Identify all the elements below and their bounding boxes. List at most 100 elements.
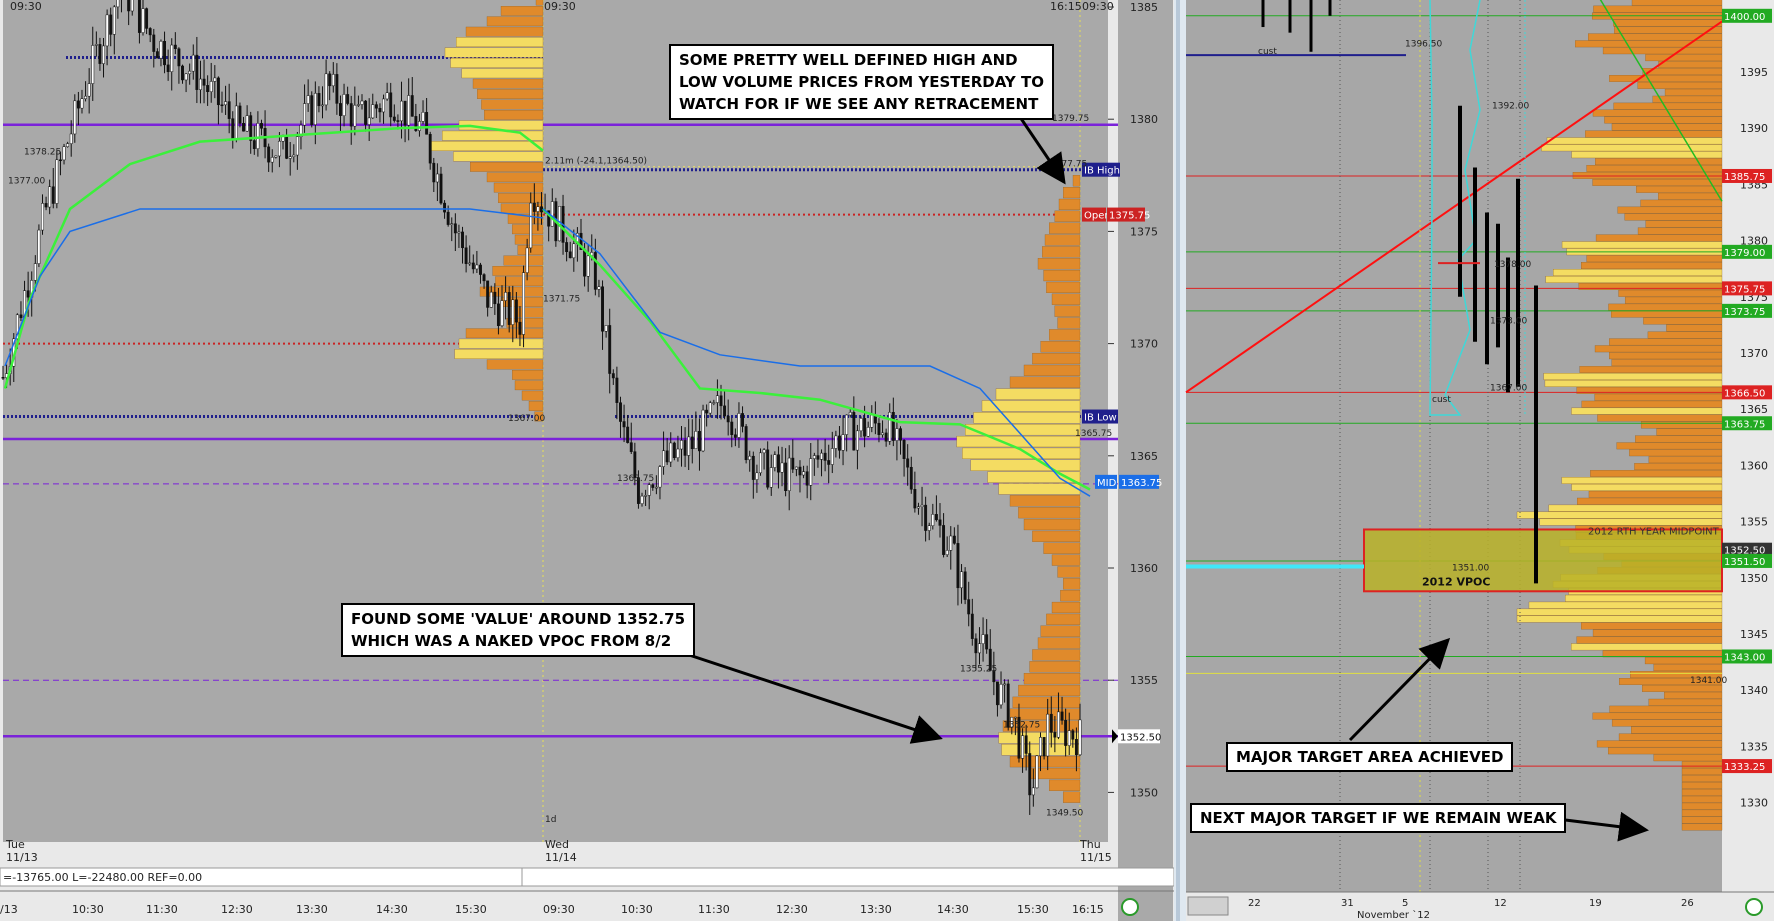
monthly-profile-bar [1613, 19, 1723, 27]
candle-body [931, 514, 935, 526]
candle-body [44, 203, 48, 208]
candle-body [751, 455, 755, 480]
monthly-profile-bar [1624, 213, 1723, 221]
profile-wed-bar [1046, 281, 1081, 294]
candle-body [1060, 711, 1064, 721]
candle-body [224, 101, 228, 106]
monthly-profile-bar [1617, 206, 1723, 214]
right-price-label: 1350 [1740, 572, 1768, 585]
monthly-profile-bar [1577, 497, 1723, 505]
monthly-profile-bar [1643, 317, 1723, 325]
candle-body [479, 264, 482, 275]
candle-body [866, 427, 870, 437]
tag-ib-low: IB Low [1084, 413, 1117, 424]
profile-wed-bar [1043, 269, 1081, 282]
monthly-profile-bar [1664, 88, 1723, 96]
candle-body [292, 154, 296, 157]
candle-body [439, 173, 443, 204]
candle-body [152, 34, 156, 52]
candle-body [644, 495, 648, 497]
profile-wed-bar [1054, 210, 1081, 222]
candle-body [281, 136, 285, 142]
candle-body [848, 412, 852, 416]
candle-body [611, 373, 615, 379]
candle-body [942, 525, 946, 555]
level-label: 1378.25 [24, 147, 61, 157]
left-price-label: 1355 [1130, 674, 1158, 687]
monthly-profile-bar [1546, 137, 1723, 145]
candle-body [159, 41, 163, 59]
candle-body [220, 104, 224, 107]
candle-body [407, 95, 411, 126]
candle-body [870, 414, 874, 428]
candle-body [342, 94, 346, 116]
profile-wed-bar [1009, 756, 1081, 768]
monthly-profile-bar [1613, 102, 1723, 110]
candle-body [285, 136, 289, 159]
candle-body [37, 229, 41, 264]
right-small-label: 1378.00 [1494, 260, 1531, 270]
monthly-profile-bar [1642, 684, 1723, 692]
monthly-profile-bar [1604, 116, 1723, 124]
profile-tue-bar [453, 151, 544, 162]
time-axis-label: 10:30 [621, 903, 653, 916]
candle-body [680, 440, 683, 450]
candle-body [830, 448, 834, 465]
candle-body [417, 121, 421, 131]
candle-body [364, 100, 368, 125]
profile-wed-bar [1023, 518, 1081, 531]
candle-body [683, 440, 687, 456]
candle-body [690, 436, 694, 450]
monthly-profile-bar [1585, 130, 1723, 138]
candle-body [945, 550, 949, 555]
candle-body [737, 413, 741, 438]
candle-body [978, 643, 981, 654]
candle-body [130, 0, 134, 12]
candle-body [234, 105, 238, 140]
candle-body [148, 28, 152, 36]
monthly-profile-bar [1544, 380, 1723, 387]
candle-body [834, 435, 838, 449]
monthly-profile-bar [1592, 179, 1723, 186]
profile-wed-bar [1049, 222, 1081, 234]
candle-body [62, 146, 66, 161]
candle-body [615, 377, 619, 403]
candle-body [583, 249, 587, 277]
profile-tue-bar [450, 58, 544, 68]
monthly-profile-bar [1588, 490, 1723, 498]
candle-body [662, 450, 666, 467]
profile-tue-bar [514, 380, 544, 391]
candle-body [446, 211, 450, 225]
candle-body [906, 458, 910, 468]
candle-body [19, 314, 23, 319]
candle-body [755, 472, 759, 480]
candle-body [622, 421, 626, 428]
monthly-profile-bar [1640, 199, 1723, 207]
left-plot-area [3, 0, 1108, 842]
candle-body [84, 95, 88, 100]
candle-body [328, 73, 332, 87]
monthly-profile-bar [1681, 782, 1723, 789]
monthly-profile-bar [1565, 594, 1723, 602]
monthly-profile-bar [1634, 463, 1723, 471]
profile-tue-bar [500, 297, 544, 307]
candle-body [1021, 735, 1025, 759]
candle-body [33, 263, 37, 281]
profile-wed-bar [1049, 329, 1081, 341]
date-axis-label: 19 [1589, 898, 1602, 909]
profile-tue-bar [470, 162, 544, 172]
candle-body [1035, 755, 1039, 789]
profile-tue-bar [461, 68, 544, 79]
candle-body [629, 442, 633, 452]
candle-body [640, 495, 644, 504]
time-top-label: 09:30 [10, 0, 42, 13]
profile-wed-bar [1044, 234, 1081, 246]
profile-wed-bar [1012, 696, 1081, 708]
candle-body [708, 402, 712, 414]
candle-body [184, 73, 188, 81]
candle-body [823, 452, 827, 461]
monthly-profile-bar [1681, 795, 1723, 803]
candle-body [496, 303, 500, 326]
left-price-label: 1375 [1130, 225, 1158, 238]
candle-body [669, 442, 673, 463]
